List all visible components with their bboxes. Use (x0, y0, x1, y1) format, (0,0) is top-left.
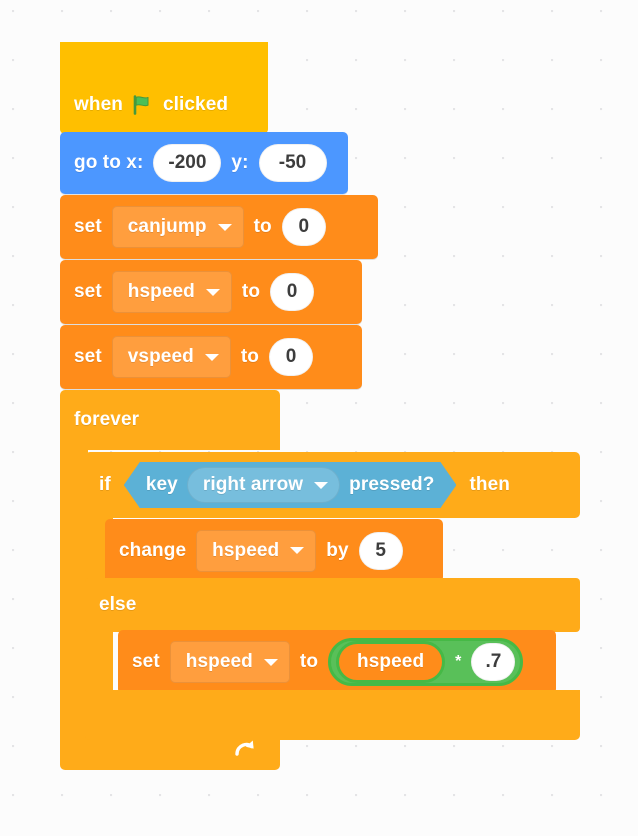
change-value-input[interactable]: 5 (358, 531, 403, 570)
goto-row: go to x: -200 y: -50 (74, 132, 327, 194)
if-row: if key right arrow pressed? then (99, 452, 510, 518)
set-verb-label: set (74, 346, 102, 367)
key-dropdown[interactable]: right arrow (187, 467, 340, 503)
chevron-down-icon (314, 482, 328, 489)
key-prefix-label: key (145, 474, 178, 495)
block-set-canjump[interactable]: set canjump to 0 (60, 195, 378, 259)
block-forever-header[interactable]: forever (60, 390, 280, 450)
reporter-label: hspeed (357, 651, 425, 672)
chevron-down-icon (290, 547, 305, 554)
variable-dropdown-vspeed[interactable]: vspeed (111, 336, 231, 378)
block-change-hspeed[interactable]: change hspeed by 5 (105, 519, 443, 582)
to-label: to (241, 281, 261, 302)
variable-name-label: vspeed (127, 346, 194, 367)
chevron-down-icon (204, 353, 219, 361)
chevron-down-icon (205, 288, 220, 296)
variable-name-label: canjump (127, 216, 207, 237)
set-verb-label: set (132, 651, 160, 672)
variable-dropdown-hspeed-change[interactable]: hspeed (196, 529, 317, 572)
multiply-right-input[interactable]: .7 (471, 643, 516, 681)
forever-left-arm (60, 440, 88, 760)
green-flag-icon (132, 95, 154, 115)
variable-name-label: hspeed (127, 281, 195, 302)
if-bottom-arm (85, 690, 580, 740)
block-set-hspeed[interactable]: set hspeed to 0 (60, 260, 362, 324)
change-verb-label: change (119, 539, 187, 561)
block-set-hspeed-decay[interactable]: set hspeed to hspeed * .7 (118, 630, 556, 694)
set-canjump-row: set canjump to 0 (74, 195, 326, 259)
block-if-then-header[interactable]: if key right arrow pressed? then (85, 452, 580, 518)
script-stack: when clicked go to x: -200 y: -50 set ca… (0, 0, 638, 836)
variable-dropdown-canjump[interactable]: canjump (111, 206, 244, 248)
to-label: to (240, 346, 259, 367)
x-value-input[interactable]: -200 (153, 144, 222, 182)
block-set-vspeed[interactable]: set vspeed to 0 (60, 325, 362, 389)
to-label: to (299, 651, 319, 672)
set-value-input[interactable]: 0 (270, 273, 315, 311)
by-label: by (326, 539, 349, 561)
key-name-label: right arrow (202, 474, 304, 495)
set-decay-row: set hspeed to hspeed * .7 (132, 630, 524, 694)
set-verb-label: set (74, 216, 102, 237)
chevron-down-icon (263, 658, 278, 666)
else-label: else (99, 594, 137, 615)
when-label: when (74, 94, 123, 115)
variable-dropdown-hspeed-decay[interactable]: hspeed (169, 641, 290, 683)
variable-name-label: hspeed (212, 539, 280, 561)
multiply-symbol: * (455, 653, 462, 670)
block-key-pressed[interactable]: key right arrow pressed? (124, 462, 457, 508)
set-hspeed-row: set hspeed to 0 (74, 260, 315, 324)
to-label: to (253, 216, 272, 237)
y-label: y: (231, 152, 249, 173)
block-go-to-xy[interactable]: go to x: -200 y: -50 (60, 132, 348, 194)
set-value-input[interactable]: 0 (281, 208, 326, 246)
set-value-input[interactable]: 0 (269, 338, 313, 376)
change-row: change hspeed by 5 (119, 519, 403, 582)
set-vspeed-row: set vspeed to 0 (74, 325, 313, 389)
variable-reporter-hspeed[interactable]: hspeed (336, 641, 446, 683)
variable-name-label: hspeed (185, 651, 253, 672)
block-multiply-operator[interactable]: hspeed * .7 (328, 638, 524, 686)
chevron-down-icon (217, 223, 232, 231)
y-value-input[interactable]: -50 (258, 144, 327, 182)
block-else-bar[interactable]: else (85, 578, 580, 632)
if-label: if (99, 474, 111, 495)
variable-dropdown-hspeed[interactable]: hspeed (111, 271, 232, 313)
pressed-label: pressed? (349, 474, 435, 495)
forever-label: forever (74, 409, 140, 430)
then-label: then (469, 474, 510, 495)
block-when-flag-clicked[interactable]: when clicked (60, 42, 268, 142)
set-verb-label: set (74, 281, 102, 302)
hat-label-row: when clicked (74, 94, 228, 116)
go-to-x-label: go to x: (74, 152, 144, 173)
clicked-label: clicked (162, 94, 229, 115)
else-row: else (99, 578, 136, 632)
